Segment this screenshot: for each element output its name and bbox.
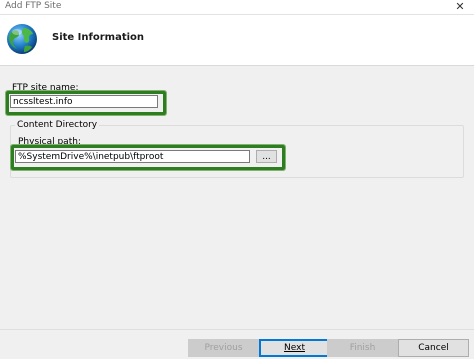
- previous-button[interactable]: Previous: [188, 339, 259, 357]
- physical-path-input[interactable]: %SystemDrive%\inetpub\ftproot: [15, 150, 250, 163]
- close-icon[interactable]: ✕: [446, 0, 474, 14]
- next-button[interactable]: Next: [259, 339, 330, 357]
- wizard-footer: Previous Next Finish Cancel: [0, 329, 474, 359]
- globe-icon: [7, 24, 37, 54]
- title-bar: Add FTP Site ✕: [0, 0, 474, 15]
- content-directory-label: Content Directory: [15, 120, 100, 130]
- next-button-label: Next: [284, 343, 305, 353]
- cancel-button-label: Cancel: [418, 343, 449, 353]
- window-title: Add FTP Site: [5, 1, 62, 11]
- finish-button[interactable]: Finish: [327, 339, 398, 357]
- browse-button[interactable]: ...: [256, 150, 277, 163]
- finish-button-label: Finish: [349, 343, 376, 353]
- site-name-input[interactable]: ncssltest.info: [10, 95, 158, 108]
- cancel-button[interactable]: Cancel: [398, 339, 469, 357]
- wizard-content: FTP site name: ncssltest.info Content Di…: [0, 66, 474, 329]
- page-heading: Site Information: [52, 32, 145, 43]
- previous-button-label: Previous: [204, 343, 243, 353]
- wizard-header: Site Information: [0, 15, 474, 66]
